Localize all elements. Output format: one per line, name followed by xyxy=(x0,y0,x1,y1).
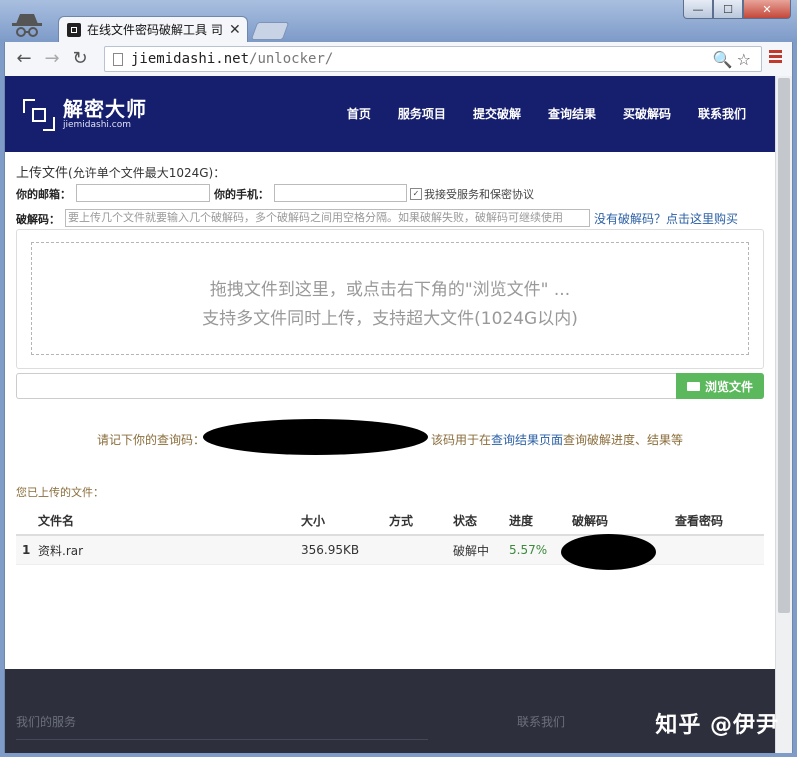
incognito-icon xyxy=(12,14,42,37)
back-button[interactable]: ← xyxy=(13,48,35,69)
row-size: 356.95KB xyxy=(301,535,389,565)
page-viewport: 解密大师 jiemidashi.com 首页 服务项目 提交破解 查询结果 买破… xyxy=(4,76,793,753)
col-method: 方式 xyxy=(389,506,453,536)
folder-open-icon xyxy=(686,381,700,391)
col-view-password: 查看密码 xyxy=(675,506,764,536)
url-host: jiemidashi.net xyxy=(131,51,250,67)
upload-area: 拖拽文件到这里，或点击右下角的"浏览文件" ... 支持多文件同时上传，支持超大… xyxy=(16,229,764,369)
phone-label: 你的手机： xyxy=(214,188,269,201)
uploaded-files-label: 您已上传的文件： xyxy=(16,486,104,499)
row-filename: 资料.rar xyxy=(38,535,301,565)
main-nav: 首页 服务项目 提交破解 查询结果 买破解码 联系我们 xyxy=(320,105,746,122)
row-method xyxy=(389,535,453,565)
nav-services[interactable]: 服务项目 xyxy=(398,105,446,122)
col-index xyxy=(16,506,38,536)
url-path: /unlocker/ xyxy=(249,51,334,67)
reload-button[interactable]: ↻ xyxy=(69,48,91,69)
code-label: 破解码： xyxy=(16,213,60,226)
footer-services-heading: 我们的服务 xyxy=(16,715,77,729)
table-header-row: 文件名 大小 方式 状态 进度 破解码 查看密码 xyxy=(16,506,764,536)
redacted-crack-code xyxy=(561,534,656,570)
maximize-button[interactable]: ☐ xyxy=(713,0,743,19)
logo-title: 解密大师 xyxy=(63,97,147,121)
site-header: 解密大师 jiemidashi.com 首页 服务项目 提交破解 查询结果 买破… xyxy=(5,76,776,152)
nav-buy-code[interactable]: 买破解码 xyxy=(623,105,671,122)
browser-toolbar: ← → ↻ jiemidashi.net/unlocker/ 🔍☆ xyxy=(4,42,793,76)
agree-checkbox[interactable]: ✓ xyxy=(410,188,422,200)
nav-contact[interactable]: 联系我们 xyxy=(698,105,746,122)
agree-terms[interactable]: ✓ 我接受服务和保密协议 xyxy=(410,186,534,202)
search-and-bookmark-icon[interactable]: 🔍☆ xyxy=(713,50,755,69)
row-index: 1 xyxy=(16,535,38,565)
crack-code-input[interactable]: 要上传几个文件就要输入几个破解码，多个破解码之间用空格分隔。如果破解失败，破解码… xyxy=(65,209,590,227)
browser-tab[interactable]: 在线文件密码破解工具 司 ✕ xyxy=(58,16,248,42)
scrollbar-thumb[interactable] xyxy=(778,78,790,613)
file-path-input[interactable] xyxy=(16,373,676,399)
forward-button[interactable]: → xyxy=(41,48,63,69)
upload-size-hint: (允许单个文件最大1024G)： xyxy=(68,166,226,180)
file-dropzone[interactable]: 拖拽文件到这里，或点击右下角的"浏览文件" ... 支持多文件同时上传，支持超大… xyxy=(31,242,749,355)
page-content: 解密大师 jiemidashi.com 首页 服务项目 提交破解 查询结果 买破… xyxy=(5,76,776,753)
page-icon xyxy=(113,52,123,66)
redacted-query-code xyxy=(203,419,428,455)
tab-strip: 在线文件密码破解工具 司 ✕ — ☐ ✕ xyxy=(0,0,797,42)
address-bar[interactable]: jiemidashi.net/unlocker/ 🔍☆ xyxy=(104,46,762,72)
window-controls: — ☐ ✕ xyxy=(683,0,791,19)
email-field[interactable] xyxy=(76,184,210,202)
dropzone-instruction: 拖拽文件到这里，或点击右下角的"浏览文件" ... xyxy=(209,280,571,300)
chrome-menu-icon[interactable] xyxy=(769,50,782,65)
nav-results[interactable]: 查询结果 xyxy=(548,105,596,122)
row-status: 破解中 xyxy=(453,535,509,565)
col-progress: 进度 xyxy=(509,506,572,536)
site-logo[interactable]: 解密大师 jiemidashi.com xyxy=(23,98,147,131)
new-tab-button[interactable] xyxy=(250,22,290,40)
query-note-after: 查询破解进度、结果等 xyxy=(563,433,684,447)
nav-home[interactable]: 首页 xyxy=(347,105,371,122)
query-code-prefix: 请记下你的查询码： xyxy=(97,433,206,447)
watermark-text: 知乎 @伊尹 xyxy=(655,713,779,738)
query-note-before: 该码用于在 xyxy=(431,433,492,447)
tab-title: 在线文件密码破解工具 司 xyxy=(87,23,223,37)
close-tab-icon[interactable]: ✕ xyxy=(229,22,241,38)
query-code-note: 该码用于在查询结果页面查询破解进度、结果等 xyxy=(431,431,683,448)
url-text: jiemidashi.net/unlocker/ xyxy=(131,51,333,67)
row-view-password[interactable] xyxy=(675,535,764,565)
browse-files-button[interactable]: 浏览文件 xyxy=(676,373,764,399)
email-label: 你的邮箱： xyxy=(16,188,71,201)
phone-field[interactable] xyxy=(274,184,407,202)
footer-divider xyxy=(16,739,428,740)
upload-title: 上传文件 xyxy=(16,166,69,181)
logo-mark-icon xyxy=(23,98,55,131)
vertical-scrollbar[interactable] xyxy=(775,76,792,753)
site-favicon-icon xyxy=(67,22,81,37)
browse-files-label: 浏览文件 xyxy=(704,379,753,394)
col-status: 状态 xyxy=(453,506,509,536)
buy-code-link[interactable]: 没有破解码？点击这里购买 xyxy=(594,210,738,227)
agree-label: 我接受服务和保密协议 xyxy=(424,188,534,201)
dropzone-hint: 支持多文件同时上传，支持超大文件(1024G以内) xyxy=(202,309,578,329)
col-size: 大小 xyxy=(301,506,389,536)
upload-heading: 上传文件(允许单个文件最大1024G)： xyxy=(16,162,225,181)
browser-window: 在线文件密码破解工具 司 ✕ — ☐ ✕ ← → ↻ jiemidashi.ne… xyxy=(0,0,797,757)
col-filename: 文件名 xyxy=(38,506,301,536)
minimize-button[interactable]: — xyxy=(683,0,713,19)
logo-domain: jiemidashi.com xyxy=(63,120,132,130)
nav-submit[interactable]: 提交破解 xyxy=(473,105,521,122)
close-window-button[interactable]: ✕ xyxy=(743,0,791,19)
col-code: 破解码 xyxy=(572,506,675,536)
results-page-link[interactable]: 查询结果页面 xyxy=(491,433,563,447)
footer-contact-heading: 联系我们 xyxy=(517,715,566,729)
